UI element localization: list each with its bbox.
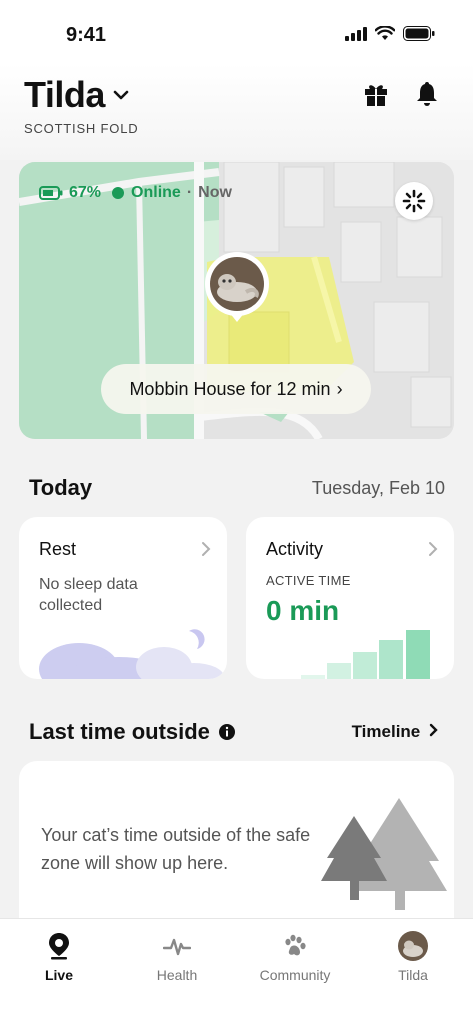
battery-level-icon: [39, 186, 63, 200]
signal-icon: [345, 27, 367, 41]
tab-community-label: Community: [259, 967, 331, 983]
status-separator: ·: [186, 184, 193, 201]
activity-bars-illustration: [301, 630, 430, 679]
tab-profile[interactable]: Tilda: [358, 931, 468, 987]
live-map[interactable]: 67% Online · Now Mobbin House for 12 min…: [19, 162, 454, 439]
clouds-moon-illustration: [39, 629, 224, 679]
gift-button[interactable]: [362, 80, 390, 108]
tab-profile-label: Tilda: [398, 967, 428, 983]
status-icons: [345, 26, 435, 41]
status-bar: 9:41: [0, 0, 473, 64]
tab-bar: Live Health Community Tilda: [0, 918, 473, 1024]
location-duration: for 12 min: [250, 378, 331, 399]
trees-illustration: [321, 798, 447, 910]
location-summary-button[interactable]: Mobbin House for 12 min ›: [101, 364, 371, 414]
notifications-button[interactable]: [413, 80, 441, 108]
pet-switcher[interactable]: Tilda: [24, 74, 129, 116]
tab-health-label: Health: [156, 967, 198, 983]
tab-community[interactable]: Community: [240, 931, 350, 987]
battery-icon: [403, 26, 435, 41]
pulse-icon: [163, 938, 191, 956]
rest-title: Rest: [39, 539, 77, 559]
online-dot-icon: [112, 187, 125, 199]
location-name: Mobbin House: [129, 378, 246, 399]
paw-icon: [285, 934, 306, 956]
timeline-label: Timeline: [351, 722, 421, 741]
last-updated: Now: [198, 184, 232, 201]
outside-heading: Last time outside: [29, 719, 236, 745]
activity-card[interactable]: Activity ACTIVE TIME 0 min: [246, 517, 454, 679]
active-time-label: ACTIVE TIME: [266, 573, 351, 588]
chevron-right-icon: [429, 723, 438, 737]
online-status: Online: [131, 184, 181, 201]
chevron-right-icon: ›: [336, 378, 343, 399]
avatar: [398, 931, 428, 961]
live-tracking-icon: [402, 189, 426, 213]
tab-live-label: Live: [44, 967, 73, 983]
outside-message: Your cat’s time outside of the safe zone…: [41, 825, 311, 873]
pet-location-pin[interactable]: [204, 252, 270, 324]
activity-title: Activity: [266, 539, 324, 559]
outside-card: Your cat’s time outside of the safe zone…: [19, 761, 454, 941]
rest-message: No sleep data collected: [39, 576, 138, 614]
locate-button[interactable]: [395, 182, 433, 220]
today-date: Tuesday, Feb 10: [311, 478, 445, 498]
cat-avatar-pin: [205, 252, 269, 322]
pet-name: Tilda: [24, 74, 105, 115]
wifi-icon: [375, 26, 395, 40]
device-status: 67% Online · Now: [39, 184, 232, 202]
battery-percent: 67%: [69, 184, 102, 201]
rest-card[interactable]: Rest No sleep data collected: [19, 517, 227, 679]
gift-icon: [365, 85, 387, 106]
pet-breed: SCOTTISH FOLD: [24, 121, 139, 136]
timeline-link[interactable]: Timeline: [352, 722, 439, 742]
chevron-right-icon: [202, 542, 211, 556]
outside-title: Last time outside: [29, 719, 210, 744]
status-time: 9:41: [66, 24, 107, 46]
tab-health[interactable]: Health: [122, 931, 232, 987]
header: Tilda SCOTTISH FOLD: [0, 64, 473, 160]
tab-live[interactable]: Live: [4, 931, 114, 987]
info-icon[interactable]: [218, 723, 236, 741]
bell-icon: [417, 82, 437, 106]
chevron-right-icon: [429, 542, 438, 556]
location-pin-icon: [49, 933, 69, 960]
today-heading: Today: [29, 475, 93, 500]
chevron-down-icon: [113, 90, 129, 100]
